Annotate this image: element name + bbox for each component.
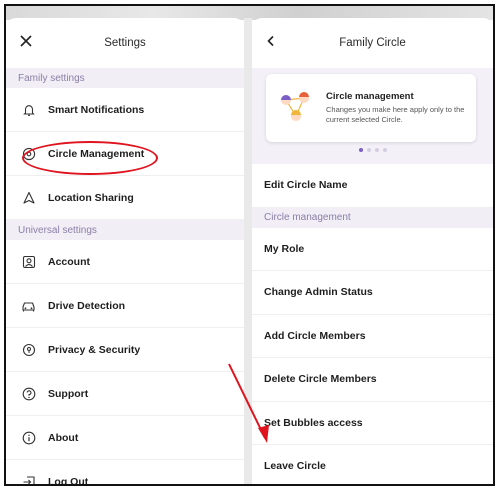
menu-item-label: My Role	[264, 242, 305, 255]
back-chevron-icon[interactable]	[266, 35, 276, 49]
location-arrow-icon	[21, 190, 36, 205]
menu-item-label: Drive Detection	[48, 299, 126, 312]
settings-panel: Settings Family settings Smart Notificat…	[6, 18, 244, 484]
info-card-description: Changes you make here apply only to the …	[326, 105, 465, 124]
menu-item-label: Circle Management	[48, 147, 145, 160]
family-circle-header: Family Circle	[252, 18, 493, 68]
menu-item-label: Log Out	[48, 475, 89, 485]
carousel-dot[interactable]	[382, 148, 387, 152]
menu-item-add-circle-members[interactable]: Add Circle Members	[252, 315, 493, 358]
panel-divider	[244, 18, 252, 484]
menu-item-log-out[interactable]: Log Out	[6, 460, 244, 484]
menu-item-privacy-security[interactable]: Privacy & Security	[6, 328, 244, 372]
menu-item-label: Location Sharing	[48, 191, 134, 204]
circle-target-icon	[21, 146, 36, 161]
menu-item-set-bubbles-access[interactable]: Set Bubbles access	[252, 402, 493, 445]
menu-item-change-admin-status[interactable]: Change Admin Status	[252, 271, 493, 315]
menu-item-support[interactable]: Support	[6, 372, 244, 416]
carousel-indicator	[252, 148, 493, 152]
section-header-family: Family settings	[6, 68, 244, 88]
screenshot-frame: Settings Family settings Smart Notificat…	[4, 4, 495, 486]
logout-icon	[21, 474, 36, 484]
menu-item-label: Delete Circle Members	[264, 373, 377, 386]
page-title: Settings	[104, 37, 146, 49]
menu-item-about[interactable]: About	[6, 416, 244, 460]
info-card: Circle management Changes you make here …	[266, 74, 476, 142]
menu-item-account[interactable]: Account	[6, 240, 244, 284]
menu-item-label: Add Circle Members	[264, 329, 366, 342]
section-header-circle-management: Circle management	[252, 207, 493, 228]
circle-members-illustration	[281, 92, 309, 121]
menu-item-label: About	[48, 431, 79, 444]
menu-item-location-sharing[interactable]: Location Sharing	[6, 176, 244, 220]
menu-item-label: Edit Circle Name	[264, 179, 348, 192]
menu-item-edit-circle-name[interactable]: Edit Circle Name	[252, 164, 493, 208]
menu-item-delete-circle-members[interactable]: Delete Circle Members	[252, 358, 493, 402]
carousel-dot[interactable]	[374, 148, 379, 152]
section-header-universal: Universal settings	[6, 220, 244, 240]
menu-item-label: Leave Circle	[264, 460, 326, 473]
menu-item-drive-detection[interactable]: Drive Detection	[6, 284, 244, 328]
menu-item-smart-notifications[interactable]: Smart Notifications	[6, 88, 244, 132]
close-icon[interactable]	[20, 35, 32, 49]
menu-item-label: Smart Notifications	[48, 103, 145, 116]
menu-item-label: Support	[48, 387, 89, 400]
info-card-title: Circle management	[326, 91, 414, 102]
family-circle-panel: Family Circle Circle management Changes …	[252, 18, 493, 484]
settings-header: Settings	[6, 18, 244, 68]
carousel-dot[interactable]	[366, 148, 371, 152]
carousel-dot[interactable]	[358, 148, 363, 152]
menu-item-my-role[interactable]: My Role	[252, 228, 493, 271]
privacy-icon	[21, 342, 36, 357]
account-icon	[21, 254, 36, 269]
page-title: Family Circle	[339, 37, 406, 49]
car-icon	[21, 298, 36, 313]
info-icon	[21, 430, 36, 445]
menu-item-label: Privacy & Security	[48, 343, 141, 356]
bell-icon	[21, 102, 36, 117]
menu-item-label: Change Admin Status	[264, 286, 373, 299]
menu-item-circle-management[interactable]: Circle Management	[6, 132, 244, 176]
info-card-text: Circle management Changes you make here …	[326, 91, 476, 125]
menu-item-leave-circle[interactable]: Leave Circle	[252, 445, 493, 484]
menu-item-label: Account	[48, 255, 90, 268]
help-icon	[21, 386, 36, 401]
menu-item-label: Set Bubbles access	[264, 416, 363, 429]
info-carousel[interactable]: Circle management Changes you make here …	[252, 68, 493, 164]
